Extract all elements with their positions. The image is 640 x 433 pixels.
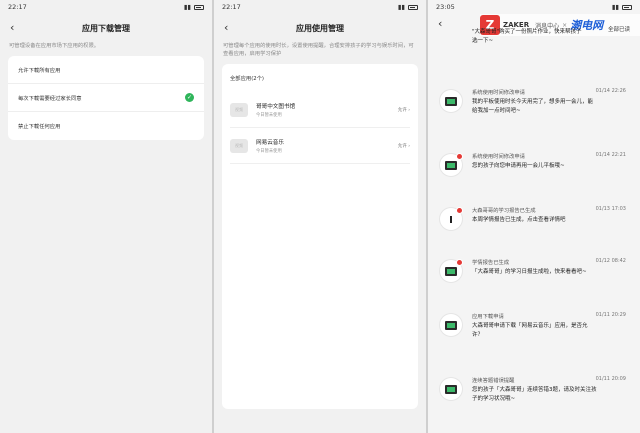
nav-bar: ‹ 应用使用管理 — [214, 14, 426, 42]
tablet-icon — [440, 314, 462, 336]
unread-dot — [456, 259, 463, 266]
option-parent-approval[interactable]: 每次下载需要经过家长同意 ✓ — [8, 84, 204, 112]
status-bar: 23:05 ▮▮ — [428, 0, 640, 14]
message-body: 大森哥哥申请下载「网易云音乐」应用，是否允 许？ — [472, 323, 588, 338]
battery-icon — [408, 4, 418, 10]
message-time: 01/14 22:21 — [595, 152, 626, 158]
app-download-screen: 22:17 ▮▮ ‹ 应用下载管理 可管理设备在应用市场下应用的权限。 允许下载… — [0, 0, 212, 433]
unread-dot — [456, 153, 463, 160]
status-time: 22:17 — [222, 3, 241, 11]
signal-icon: ▮▮ — [183, 3, 191, 11]
app-row[interactable]: 视频 网易云音乐 今日暂未使用 允许 › — [230, 128, 410, 164]
back-arrow-icon[interactable]: ‹ — [10, 22, 22, 34]
status-time: 22:17 — [8, 3, 27, 11]
status-time: 23:05 — [436, 3, 455, 11]
list-item[interactable]: 系统使用时间修改申请 01/14 22:26 我的平板使用时长今天用完了，想多用… — [428, 84, 640, 130]
back-arrow-icon[interactable]: ‹ — [224, 22, 236, 34]
app-usage: 今日暂未使用 — [256, 148, 282, 154]
message-title: 连续答题错误提醒 — [472, 378, 515, 384]
message-body: 您的孩子向您申请再用一会儿平板哦~ — [472, 163, 565, 169]
status-bar: 22:17 ▮▮ — [214, 0, 426, 14]
list-item[interactable]: 大森哥哥的学习报告已生成 01/13 17:03 本周学情报告已生成，点击查看详… — [428, 202, 640, 248]
message-time: 01/11 20:09 — [595, 376, 626, 382]
download-options-card: 允许下载所有应用 每次下载需要经过家长同意 ✓ 禁止下载任何应用 — [8, 56, 204, 140]
app-icon: 视频 — [230, 102, 248, 117]
option-label: 每次下载需要经过家长同意 — [18, 95, 82, 102]
app-usage-screen: 22:17 ▮▮ ‹ 应用使用管理 可管理每个应用的使用时长，设置使用提醒，合理… — [214, 0, 426, 433]
list-item[interactable]: 学情报告已生成 01/12 08:42 「大森哥哥」的学习日报生成啦，快来看看吧… — [428, 254, 640, 300]
app-status: 允许 › — [397, 143, 410, 149]
status-icons: ▮▮ — [398, 3, 418, 11]
page-title: 应用下载管理 — [82, 23, 130, 33]
top-message-text: "大森哥哥"购买了一份照片作业，快来帮孩子 选一下~ — [472, 29, 582, 44]
tablet-icon — [440, 259, 463, 282]
status-icons: ▮▮ — [184, 3, 204, 11]
app-usage: 今日暂未使用 — [256, 112, 282, 118]
message-time: 01/13 17:03 — [595, 206, 626, 212]
nav-bar: ‹ 应用下载管理 — [0, 14, 212, 42]
list-item[interactable]: 连续答题错误提醒 01/11 20:09 您的孩子「大森哥哥」连续答错3题，请及… — [428, 372, 640, 418]
option-allow-all[interactable]: 允许下载所有应用 — [8, 56, 204, 84]
app-row[interactable]: 视频 哥哥中文图书馆 今日暂未使用 允许 › — [230, 92, 410, 128]
list-item[interactable]: 应用下载申请 01/11 20:29 大森哥哥申请下载「网易云音乐」应用，是否允… — [428, 308, 640, 354]
report-icon — [440, 207, 463, 230]
app-info: 网易云音乐 今日暂未使用 — [256, 138, 284, 154]
message-time: 01/14 22:26 — [595, 88, 626, 94]
app-name: 哥哥中文图书馆 — [256, 103, 296, 110]
signal-icon: ▮▮ — [611, 3, 619, 11]
unread-dot — [456, 207, 463, 214]
app-list-card: 全部应用(2个) 视频 哥哥中文图书馆 今日暂未使用 允许 › 视频 网易云音乐… — [222, 64, 418, 409]
checkmark-icon: ✓ — [185, 93, 194, 102]
tablet-icon — [440, 153, 463, 176]
message-body: 您的孩子「大森哥哥」连续答错3题，请及时关注孩 子的学习状况哦~ — [472, 387, 597, 402]
tablet-icon — [440, 90, 462, 112]
app-name: 网易云音乐 — [256, 139, 284, 146]
page-hint: 可管理每个应用的使用时长，设置使用提醒，合理安排孩子的学习与娱乐时间，可查看应用… — [223, 43, 414, 57]
app-info: 哥哥中文图书馆 今日暂未使用 — [256, 102, 295, 118]
screenshot-stage: 22:17 ▮▮ ‹ 应用下载管理 可管理设备在应用市场下应用的权限。 允许下载… — [0, 0, 640, 433]
app-status: 允许 › — [397, 107, 410, 113]
page-hint: 可管理设备在应用市场下应用的权限。 — [9, 43, 100, 49]
message-title: 系统使用时间修改申请 — [472, 90, 525, 96]
message-body: 「大森哥哥」的学习日报生成啦，快来看看吧~ — [472, 269, 587, 275]
back-arrow-icon[interactable]: ‹ — [438, 18, 450, 30]
option-block-all[interactable]: 禁止下载任何应用 — [8, 112, 204, 140]
message-title: 大森哥哥的学习报告已生成 — [472, 208, 536, 214]
battery-icon — [622, 4, 632, 10]
option-label: 禁止下载任何应用 — [18, 124, 61, 130]
message-center-screen: 23:05 ▮▮ ‹ Z ZAKER 消息中心 × 潮电网 全部已读 "大森哥哥… — [428, 0, 640, 433]
message-time: 01/12 08:42 — [595, 258, 626, 264]
battery-icon — [194, 4, 204, 10]
status-icons: ▮▮ — [612, 3, 632, 11]
tablet-icon — [440, 378, 462, 400]
message-title: 系统使用时间修改申请 — [472, 154, 525, 160]
app-icon: 视频 — [230, 138, 248, 153]
message-title: 应用下载申请 — [472, 314, 504, 320]
message-time: 01/11 20:29 — [595, 312, 626, 318]
section-title: 全部应用(2个) — [230, 76, 264, 82]
message-title: 学情报告已生成 — [472, 260, 510, 266]
message-body: 我的平板使用时长今天用完了，想多用一会儿，能 给我加一点时间吧~ — [472, 99, 594, 114]
status-bar: 22:17 ▮▮ — [0, 0, 212, 14]
option-label: 允许下载所有应用 — [18, 67, 61, 74]
list-item[interactable]: 系统使用时间修改申请 01/14 22:21 您的孩子向您申请再用一会儿平板哦~ — [428, 148, 640, 194]
message-body: 本周学情报告已生成，点击查看详情吧 — [472, 217, 566, 223]
signal-icon: ▮▮ — [397, 3, 405, 11]
page-title: 应用使用管理 — [296, 23, 344, 33]
